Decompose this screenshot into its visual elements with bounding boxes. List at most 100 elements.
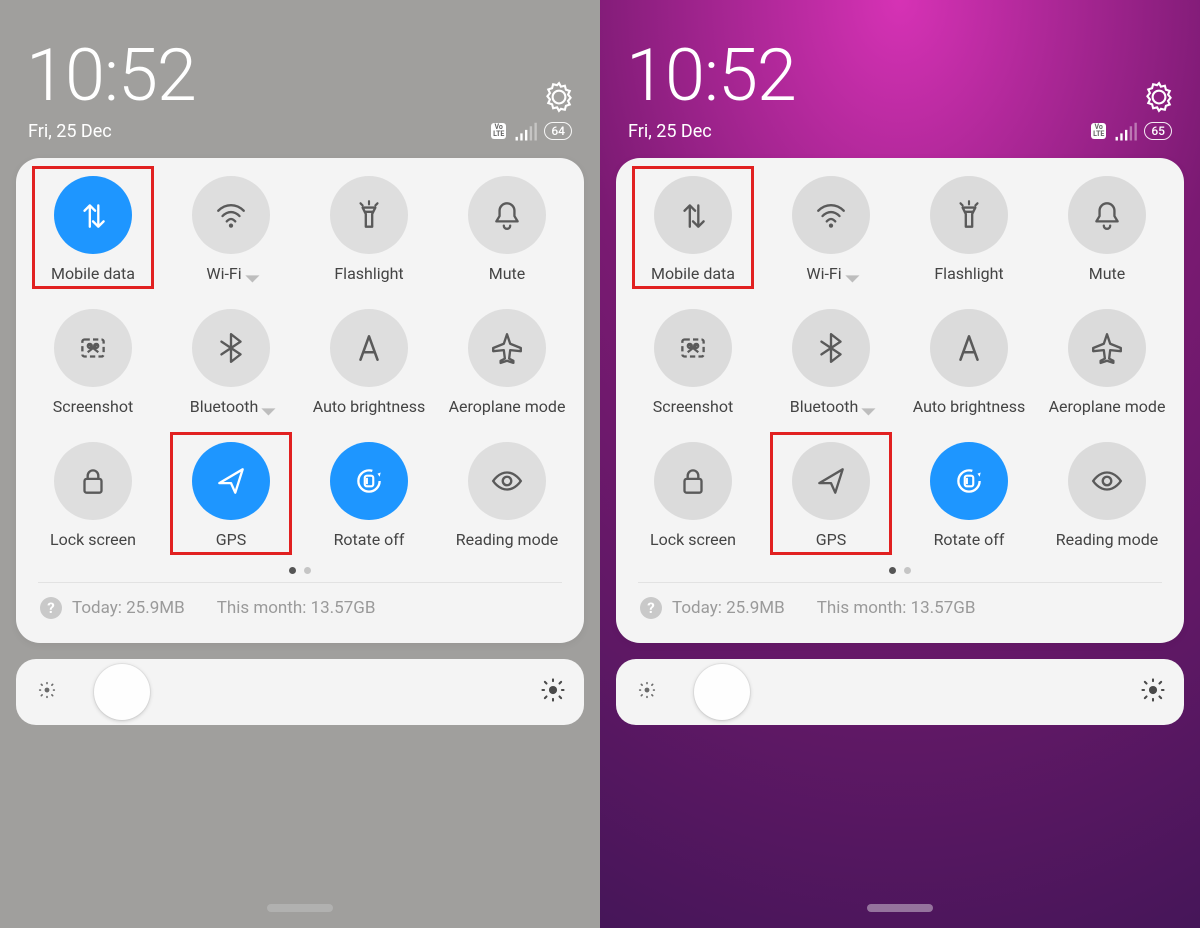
qs-tile-label: Screenshot (653, 397, 733, 416)
dropdown-indicator-icon (245, 268, 259, 282)
qs-tile-bluetooth[interactable]: Bluetooth (162, 309, 300, 416)
qs-tile-screenshot[interactable]: Screenshot (24, 309, 162, 416)
qs-tile-label: Rotate off (934, 530, 1005, 549)
qs-tile-flashlight[interactable]: Flashlight (900, 176, 1038, 283)
dropdown-indicator-icon (862, 401, 876, 415)
qs-tile-label: Wi-Fi (806, 264, 855, 283)
qs-tile-label: Reading mode (456, 530, 558, 549)
lock-icon (654, 442, 732, 520)
info-icon: ? (40, 597, 62, 619)
bell-icon (1068, 176, 1146, 254)
qs-tile-wifi[interactable]: Wi-Fi (762, 176, 900, 283)
qs-tile-rotate[interactable]: Rotate off (300, 442, 438, 549)
qs-tile-label: Auto brightness (913, 397, 1026, 416)
qs-tile-reading[interactable]: Reading mode (438, 442, 576, 549)
quick-settings-card: Mobile data Wi-Fi Flashlight (16, 158, 584, 643)
qs-tile-mute[interactable]: Mute (1038, 176, 1176, 283)
qs-tile-mute[interactable]: Mute (438, 176, 576, 283)
letter-a-icon (330, 309, 408, 387)
qs-tile-auto-brightness[interactable]: Auto brightness (900, 309, 1038, 416)
screenshot-icon (54, 309, 132, 387)
drag-handle[interactable] (867, 904, 933, 912)
eye-icon (468, 442, 546, 520)
brightness-low-icon (34, 677, 60, 707)
page-dot (304, 567, 311, 574)
status-icons: VoLTE 65 (1091, 118, 1172, 144)
signal-icon (512, 118, 538, 144)
usage-today: Today: 25.9MB (72, 598, 185, 618)
dropdown-indicator-icon (262, 401, 276, 415)
qs-tile-label: Mobile data (51, 264, 135, 283)
navigate-icon (792, 442, 870, 520)
qs-tile-reading[interactable]: Reading mode (1038, 442, 1176, 549)
signal-icon (1112, 118, 1138, 144)
qs-tile-label: Mobile data (651, 264, 735, 283)
battery-indicator: 65 (1144, 122, 1172, 140)
qs-tile-mobile-data[interactable]: Mobile data (624, 176, 762, 283)
lock-icon (54, 442, 132, 520)
plane-icon (468, 309, 546, 387)
plane-icon (1068, 309, 1146, 387)
data-usage-row[interactable]: ? Today: 25.9MB This month: 13.57GB (24, 583, 576, 633)
qs-tile-auto-brightness[interactable]: Auto brightness (300, 309, 438, 416)
date-label: Fri, 25 Dec (628, 121, 712, 142)
qs-tile-label: Lock screen (50, 530, 136, 549)
qs-tile-wifi[interactable]: Wi-Fi (162, 176, 300, 283)
qs-tile-gps[interactable]: GPS (762, 442, 900, 549)
bluetooth-icon (792, 309, 870, 387)
qs-tile-lock-screen[interactable]: Lock screen (24, 442, 162, 549)
page-dot (889, 567, 896, 574)
wifi-icon (192, 176, 270, 254)
qs-tile-label: Rotate off (334, 530, 405, 549)
qs-tile-label: Aeroplane mode (1049, 397, 1166, 416)
drag-handle[interactable] (267, 904, 333, 912)
quick-settings-panel: 10:52 Fri, 25 Dec VoLTE 65 Mobile data (600, 0, 1200, 928)
settings-button[interactable] (1142, 80, 1174, 112)
brightness-slider[interactable] (16, 659, 584, 725)
status-bar-top: 10:52 (616, 0, 1184, 112)
qs-tile-label: Aeroplane mode (449, 397, 566, 416)
page-dot (289, 567, 296, 574)
usage-month: This month: 13.57GB (817, 598, 976, 618)
qs-tile-label: Mute (1089, 264, 1126, 283)
navigate-icon (192, 442, 270, 520)
clock-time: 10:52 (626, 40, 796, 112)
page-indicator[interactable] (24, 549, 576, 582)
brightness-knob[interactable] (694, 664, 750, 720)
qs-tile-label: Flashlight (334, 264, 403, 283)
quick-settings-card: Mobile data Wi-Fi Flashlight (616, 158, 1184, 643)
qs-tile-label: Wi-Fi (206, 264, 255, 283)
qs-tile-screenshot[interactable]: Screenshot (624, 309, 762, 416)
bell-icon (468, 176, 546, 254)
info-icon: ? (640, 597, 662, 619)
qs-tile-lock-screen[interactable]: Lock screen (624, 442, 762, 549)
screenshot-icon (654, 309, 732, 387)
qs-tile-mobile-data[interactable]: Mobile data (24, 176, 162, 283)
data-usage-row[interactable]: ? Today: 25.9MB This month: 13.57GB (624, 583, 1176, 633)
qs-tile-aeroplane[interactable]: Aeroplane mode (438, 309, 576, 416)
volte-icon: VoLTE (491, 123, 506, 139)
rotate-icon (930, 442, 1008, 520)
qs-tile-label: Mute (489, 264, 526, 283)
qs-tile-aeroplane[interactable]: Aeroplane mode (1038, 309, 1176, 416)
brightness-knob[interactable] (94, 664, 150, 720)
quick-settings-panel: 10:52 Fri, 25 Dec VoLTE 64 Mobile data (0, 0, 600, 928)
page-dot (904, 567, 911, 574)
bluetooth-icon (192, 309, 270, 387)
qs-tile-gps[interactable]: GPS (162, 442, 300, 549)
data-icon (54, 176, 132, 254)
qs-tile-label: Lock screen (650, 530, 736, 549)
battery-indicator: 64 (544, 122, 572, 140)
letter-a-icon (930, 309, 1008, 387)
page-indicator[interactable] (624, 549, 1176, 582)
clock-time: 10:52 (26, 40, 196, 112)
qs-tile-flashlight[interactable]: Flashlight (300, 176, 438, 283)
flashlight-icon (930, 176, 1008, 254)
qs-tile-rotate[interactable]: Rotate off (900, 442, 1038, 549)
qs-tile-label: Auto brightness (313, 397, 426, 416)
settings-button[interactable] (542, 80, 574, 112)
brightness-slider[interactable] (616, 659, 1184, 725)
volte-icon: VoLTE (1091, 123, 1106, 139)
date-label: Fri, 25 Dec (28, 121, 112, 142)
qs-tile-bluetooth[interactable]: Bluetooth (762, 309, 900, 416)
